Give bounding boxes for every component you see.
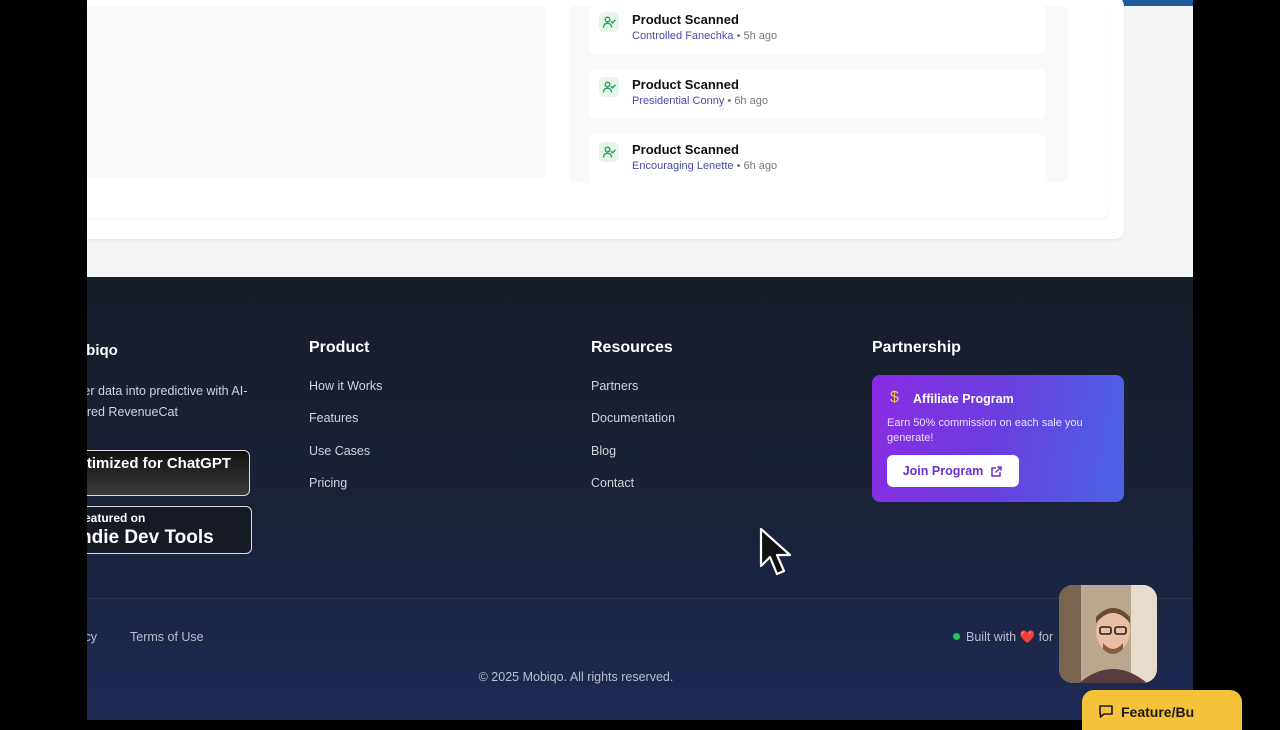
activity-user[interactable]: Controlled Fanechka xyxy=(632,30,734,42)
built-with-suffix: for xyxy=(1038,630,1054,644)
privacy-policy-link[interactable]: licy xyxy=(87,630,97,644)
product-heading: Product xyxy=(309,339,370,356)
affiliate-card: $ Affiliate Program Earn 50% commission … xyxy=(872,375,1124,502)
built-with-prefix: Built with xyxy=(966,630,1017,644)
link-use-cases[interactable]: Use Cases xyxy=(309,444,370,458)
mouse-cursor-icon xyxy=(759,527,792,576)
activity-title: Product Scanned xyxy=(632,77,739,92)
activity-time: 6h ago xyxy=(734,95,768,107)
partnership-heading: Partnership xyxy=(872,339,961,356)
activity-item: Product Scanned Encouraging Lenette • 6h… xyxy=(589,134,1045,183)
activity-time: 6h ago xyxy=(743,160,778,172)
user-check-icon xyxy=(599,77,619,97)
activity-meta: Controlled Fanechka • 5h ago xyxy=(632,30,778,42)
activity-user[interactable]: Encouraging Lenette xyxy=(632,160,734,172)
presenter-image xyxy=(1059,585,1157,683)
feature-bug-label: Feature/Bu xyxy=(1121,704,1195,720)
left-panel xyxy=(87,6,545,179)
webcam-overlay xyxy=(1059,585,1157,683)
built-with-text: Built with ❤️ for xyxy=(953,630,1053,645)
browser-viewport: Product Scanned Controlled Fanechka • 5h… xyxy=(87,0,1193,720)
link-pricing[interactable]: Pricing xyxy=(309,476,347,490)
activity-meta: Presidential Conny • 6h ago xyxy=(632,95,768,107)
link-how-it-works[interactable]: How it Works xyxy=(309,379,382,393)
resources-heading: Resources xyxy=(591,339,673,356)
chat-bubble-icon xyxy=(1099,705,1113,718)
footer-tagline: le user data into predictive with AI-pow… xyxy=(87,384,248,419)
link-contact[interactable]: Contact xyxy=(591,476,634,490)
copyright-text: © 2025 Mobiqo. All rights reserved. xyxy=(478,670,674,684)
status-dot-icon xyxy=(953,633,960,641)
activity-user[interactable]: Presidential Conny xyxy=(632,95,724,107)
heart-icon: ❤️ xyxy=(1019,630,1036,644)
user-check-icon xyxy=(599,142,619,162)
activity-item: Product Scanned Presidential Conny • 6h … xyxy=(589,69,1045,119)
activity-item: Product Scanned Controlled Fanechka • 5h… xyxy=(589,6,1045,54)
link-partners[interactable]: Partners xyxy=(591,379,638,393)
dashboard-card-inner: Product Scanned Controlled Fanechka • 5h… xyxy=(87,0,1109,218)
join-program-button[interactable]: Join Program xyxy=(887,455,1019,487)
user-check-icon xyxy=(599,12,619,32)
activity-feed: Product Scanned Controlled Fanechka • 5h… xyxy=(569,6,1068,183)
activity-title: Product Scanned xyxy=(632,12,739,27)
dashboard-card-outer: Product Scanned Controlled Fanechka • 5h… xyxy=(87,0,1124,239)
footer-brand[interactable]: obiqo xyxy=(87,342,118,359)
dollar-icon: $ xyxy=(890,389,899,406)
join-program-label: Join Program xyxy=(902,464,984,478)
dashboard-section: Product Scanned Controlled Fanechka • 5h… xyxy=(87,0,1193,277)
feature-bug-button[interactable]: Feature/Bu xyxy=(1082,690,1242,730)
external-link-icon xyxy=(991,465,1003,477)
affiliate-title: Affiliate Program xyxy=(913,392,1014,406)
link-features[interactable]: Features xyxy=(309,411,358,425)
footer-divider xyxy=(87,598,1193,599)
activity-title: Product Scanned xyxy=(632,142,739,157)
chatgpt-badge[interactable]: Optimized for ChatGPT xyxy=(87,450,250,496)
terms-of-use-link[interactable]: Terms of Use xyxy=(130,630,204,644)
badge-small-text: eatured on xyxy=(87,511,146,525)
affiliate-description: Earn 50% commission on each sale you gen… xyxy=(887,417,1083,444)
activity-meta: Encouraging Lenette • 6h ago xyxy=(632,160,778,172)
link-documentation[interactable]: Documentation xyxy=(591,411,675,425)
activity-time: 5h ago xyxy=(743,30,778,42)
indie-dev-tools-badge[interactable]: eatured on ndie Dev Tools xyxy=(87,506,252,554)
site-footer: obiqo le user data into predictive with … xyxy=(87,277,1193,720)
link-blog[interactable]: Blog xyxy=(591,444,616,458)
badge-big-text: ndie Dev Tools xyxy=(87,527,214,548)
